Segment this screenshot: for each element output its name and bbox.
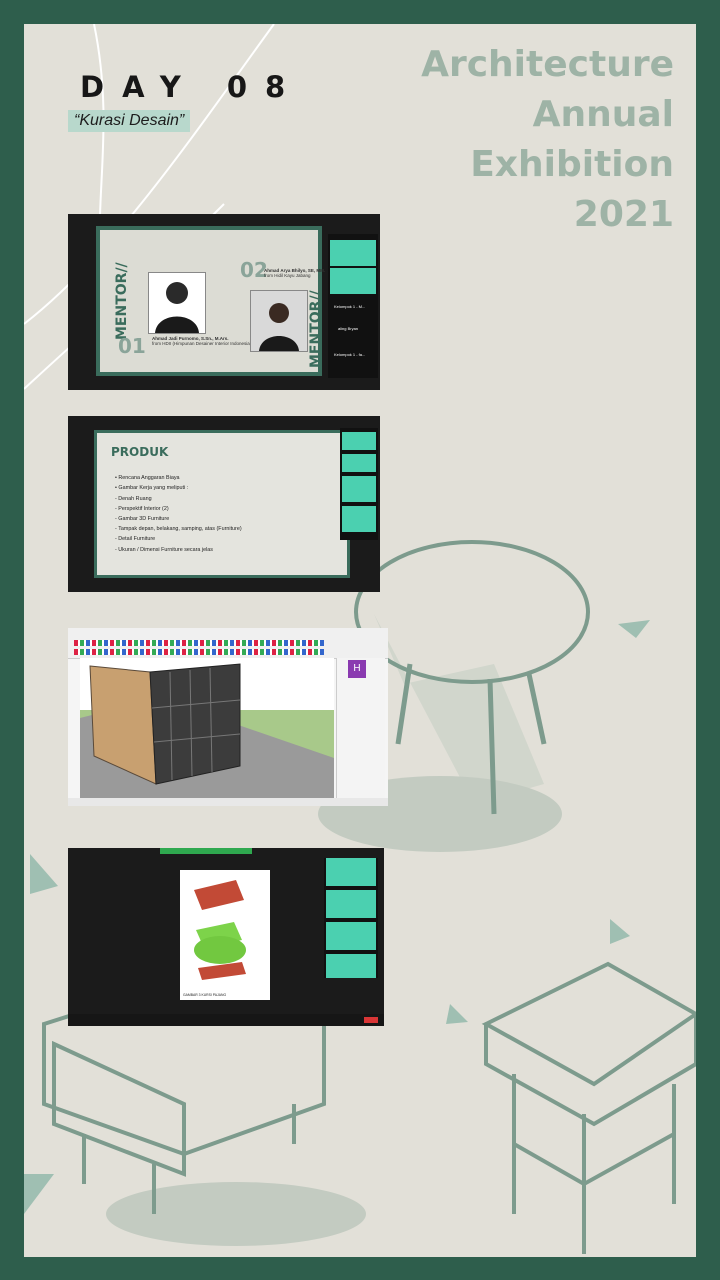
video-tile: [342, 506, 376, 532]
video-tile: [342, 432, 376, 450]
mentor-number: 01: [118, 334, 146, 358]
dash-item: - Gambar 3D Furniture: [115, 516, 170, 522]
mentor-vertical-label: MENTOR//: [308, 290, 324, 368]
dash-item: - Denah Ruang: [115, 496, 152, 502]
product-slide: PRODUK • Rencana Anggaran Biaya • Gambar…: [94, 430, 350, 578]
material-swatch[interactable]: H: [348, 660, 366, 678]
person-icon: [155, 282, 199, 333]
materials-panel[interactable]: [336, 658, 385, 798]
person-icon: [259, 303, 299, 351]
title-line: Exhibition: [470, 144, 674, 185]
video-tile: [342, 476, 376, 502]
meeting-banner: [160, 848, 252, 854]
video-tile: [330, 268, 376, 294]
3d-viewport[interactable]: [80, 658, 334, 798]
poster: DAY 08 “Kurasi Desain” Architecture Annu…: [24, 24, 696, 1257]
title-line: Architecture: [421, 44, 674, 85]
bullet-item: • Gambar Kerja yang meliputi :: [115, 485, 189, 491]
toolbar-icons: [74, 640, 324, 646]
video-tile: [326, 858, 376, 886]
video-tile: [326, 954, 376, 978]
bullet-text: Gambar Kerja yang meliputi :: [118, 485, 189, 491]
dash-item: - Detail Furniture: [115, 536, 156, 542]
toolbar: [68, 628, 388, 659]
video-sidebar: [324, 858, 378, 978]
end-button[interactable]: [364, 1017, 378, 1023]
meeting-controls[interactable]: [68, 1014, 384, 1026]
video-sidebar: [340, 428, 378, 540]
title-line: Annual: [532, 94, 674, 135]
mentor-slide-screenshot: MENTOR// 01 Ahmad Jadi Purnomo, S.Sn., M…: [68, 214, 380, 390]
furniture-drawing: GAMBAR 3 KURSI PAJANG: [180, 870, 270, 1000]
participant-name: Kelompok 1 - fa...: [334, 352, 366, 357]
mentor-vertical-label: MENTOR//: [114, 262, 130, 340]
mentor2-role: from Hidil Kayu Jabang: [264, 273, 311, 278]
bullet-item: • Rencana Anggaran Biaya: [115, 475, 180, 481]
slide-heading: PRODUK: [111, 445, 169, 459]
toolbar-icons: [74, 649, 324, 655]
dash-item: - Perspektif Interior (2): [115, 506, 169, 512]
video-tile: [342, 454, 376, 472]
participant-name: Kelompok 1 - M...: [334, 304, 366, 309]
event-subtitle: “Kurasi Desain”: [68, 110, 191, 132]
bullet-text: Rencana Anggaran Biaya: [118, 475, 180, 481]
dash-item: - Ukuran / Dimensi Furniture secara jela…: [115, 547, 213, 553]
video-sidebar: Kelompok 1 - M... aling Bryan Kelompok 1…: [328, 234, 378, 378]
mentor1-caption: Ahmad Jadi Purnomo, S.Sn., M.Ars. from H…: [152, 336, 251, 346]
mentor-slide: MENTOR// 01 Ahmad Jadi Purnomo, S.Sn., M…: [96, 226, 325, 376]
mentor2-photo: [250, 290, 308, 352]
video-tile: [326, 922, 376, 950]
video-tile: [326, 890, 376, 918]
dash-item: - Tampak depan, belakang, samping, atas …: [115, 526, 242, 532]
building-model: [80, 663, 334, 798]
day-label: DAY 08: [80, 70, 304, 104]
event-title: Architecture Annual Exhibition 2021: [421, 40, 674, 240]
participant-name: aling Bryan: [338, 326, 359, 331]
status-bar: [68, 798, 388, 806]
3d-modeling-screenshot: H: [68, 628, 388, 806]
drawing-title: GAMBAR 3 KURSI PAJANG: [183, 993, 227, 997]
title-line: 2021: [573, 194, 674, 235]
video-tile: [330, 240, 376, 266]
mentor1-role: from HDII (Himpunan Desainer Interior In…: [152, 341, 252, 346]
exploded-chair-diagram: [194, 880, 246, 980]
furniture-review-screenshot: GAMBAR 3 KURSI PAJANG: [68, 848, 384, 1026]
product-slide-screenshot: PRODUK • Rencana Anggaran Biaya • Gambar…: [68, 416, 380, 592]
mentor1-photo: [148, 272, 206, 334]
mentor2-caption: Ahmad Arya Bhilyo, SE, MM. from Hidil Ka…: [264, 268, 325, 278]
